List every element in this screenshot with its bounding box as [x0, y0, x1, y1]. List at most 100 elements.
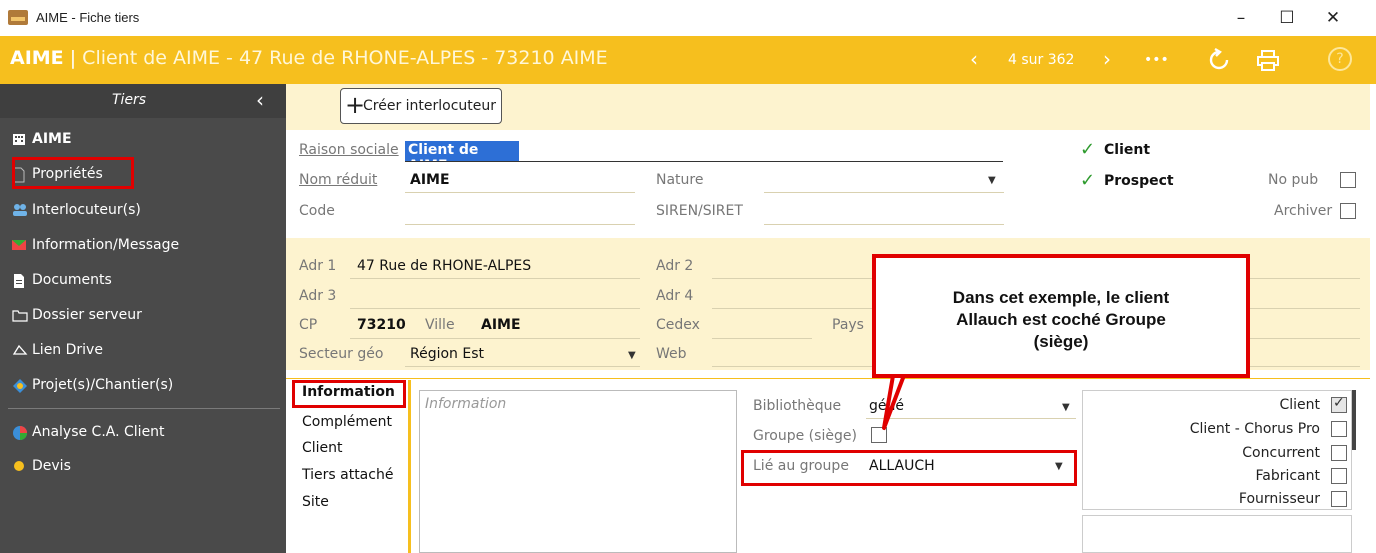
secteur-geo-select[interactable]: Région Est [410, 346, 484, 362]
no-pub-checkbox[interactable] [1340, 172, 1356, 188]
sidebar-divider [8, 408, 280, 409]
file-icon [12, 273, 26, 288]
refresh-icon[interactable] [1208, 47, 1230, 76]
callout-line-1: Dans cet exemple, le client [952, 288, 1170, 307]
adr4-label: Adr 4 [656, 288, 694, 304]
category-client-checkbox[interactable] [1331, 395, 1347, 413]
groupe-siege-label: Groupe (siège) [753, 428, 857, 444]
ville-input[interactable]: AIME [481, 317, 521, 333]
sidebar-item-label: Interlocuteur(s) [32, 202, 141, 218]
nature-label: Nature [656, 172, 704, 188]
help-button[interactable]: ? [1328, 47, 1352, 71]
pays-label: Pays [832, 317, 864, 333]
category-chorus-checkbox[interactable] [1331, 421, 1347, 437]
dot-icon [12, 459, 26, 473]
secteur-dropdown-arrow[interactable]: ▼ [628, 350, 636, 361]
record-title: AIME | Client de AIME - 47 Rue de RHONE-… [10, 47, 608, 69]
folder-icon [12, 308, 28, 322]
category-fournisseur-checkbox[interactable] [1331, 491, 1347, 507]
raison-sociale-underline [405, 161, 1003, 162]
tab-tiers-attache[interactable]: Tiers attaché [302, 467, 393, 483]
raison-sociale-input[interactable]: Client de AIME [405, 141, 519, 174]
sidebar-item-analyse[interactable]: Analyse C.A. Client [12, 424, 165, 440]
adr3-label: Adr 3 [299, 288, 337, 304]
users-icon [12, 203, 27, 217]
category-fabricant-checkbox[interactable] [1331, 468, 1347, 484]
sidebar-item-lien-drive[interactable]: Lien Drive [12, 342, 103, 358]
tab-client[interactable]: Client [302, 440, 343, 456]
sidebar-item-documents[interactable]: Documents [12, 272, 112, 288]
lie-au-groupe-dropdown-arrow[interactable]: ▼ [1055, 461, 1063, 472]
sidebar-item-label: Devis [32, 458, 71, 474]
nature-dropdown-arrow[interactable]: ▼ [988, 175, 996, 186]
highlight-proprietes [12, 157, 134, 189]
category-concurrent-checkbox[interactable] [1331, 445, 1347, 461]
sidebar-item-label: Projet(s)/Chantier(s) [32, 377, 174, 393]
previous-record-button[interactable]: ‹ [970, 47, 978, 71]
tab-site[interactable]: Site [302, 494, 329, 510]
cp-label: CP [299, 317, 318, 333]
sidebar-item-dossier-serveur[interactable]: Dossier serveur [12, 307, 142, 323]
sidebar-item-devis[interactable]: Devis [12, 458, 71, 474]
create-contact-button[interactable]: + Créer interlocuteur [340, 88, 502, 124]
nom-reduit-label: Nom réduit [299, 172, 378, 188]
sidebar-item-projets[interactable]: Projet(s)/Chantier(s) [12, 377, 173, 393]
secteur-underline [405, 366, 640, 367]
record-subtitle: Client de AIME - 47 Rue de RHONE-ALPES -… [82, 47, 608, 69]
information-textarea[interactable] [419, 390, 737, 553]
adr3-underline [350, 308, 640, 309]
nom-reduit-input[interactable]: AIME [410, 172, 450, 188]
sidebar-title: Tiers [112, 92, 147, 108]
bibliotheque-dropdown-arrow[interactable]: ▼ [1062, 402, 1070, 413]
app-icon [8, 10, 28, 25]
sidebar-item-aime[interactable]: AIME [12, 131, 72, 147]
lie-au-groupe-select[interactable]: ALLAUCH [869, 458, 935, 474]
collapse-sidebar-button[interactable]: ‹ [256, 88, 264, 112]
lie-au-groupe-label: Lié au groupe [753, 458, 849, 474]
client-check-icon: ✓ [1080, 139, 1096, 160]
code-underline [405, 224, 635, 225]
ville-label: Ville [425, 317, 455, 333]
print-icon[interactable] [1256, 50, 1280, 76]
adr2-label: Adr 2 [656, 258, 694, 274]
chart-icon [12, 425, 27, 440]
cp-input[interactable]: 73210 [357, 317, 406, 333]
next-record-button[interactable]: › [1103, 47, 1111, 71]
nature-underline [764, 192, 1004, 193]
category-scrollbar[interactable] [1352, 390, 1356, 450]
adr1-underline [350, 278, 640, 279]
archiver-label: Archiver [1274, 203, 1333, 219]
callout-line-2: Allauch est coché Groupe [956, 310, 1166, 329]
title-separator: | [69, 47, 77, 69]
plus-icon: + [345, 91, 366, 119]
prospect-check-icon: ✓ [1080, 170, 1096, 191]
sidebar-item-interlocuteurs[interactable]: Interlocuteur(s) [12, 202, 141, 218]
record-name: AIME [10, 47, 64, 69]
more-options-button[interactable]: ••• [1144, 52, 1169, 68]
sidebar-item-label: Analyse C.A. Client [32, 424, 165, 440]
maximize-button[interactable]: ☐ [1264, 4, 1310, 32]
sidebar-item-label: Information/Message [32, 237, 180, 253]
cedex-label: Cedex [656, 317, 700, 333]
category-fabricant-label: Fabricant [1255, 468, 1320, 484]
window-titlebar [0, 0, 1376, 36]
sidebar-item-information-message[interactable]: Information/Message [12, 237, 179, 253]
record-counter: 4 sur 362 [1008, 52, 1075, 68]
callout-text: Dans cet exemple, le client Allauch est … [882, 287, 1240, 353]
message-flag-icon [12, 238, 26, 252]
callout-pointer [882, 370, 908, 430]
tab-indicator [408, 380, 411, 553]
tab-complement[interactable]: Complément [302, 414, 392, 430]
category-client-label: Client [1279, 397, 1320, 413]
siren-underline [764, 224, 1004, 225]
sidebar-item-label: Lien Drive [32, 342, 103, 358]
cloud-icon [12, 343, 28, 357]
adr1-input[interactable]: 47 Rue de RHONE-ALPES [357, 258, 531, 274]
building-icon [12, 132, 26, 146]
archiver-checkbox[interactable] [1340, 203, 1356, 219]
category-fournisseur-label: Fournisseur [1238, 491, 1320, 507]
secondary-list [1082, 515, 1352, 553]
minimize-button[interactable]: – [1218, 4, 1264, 32]
close-button[interactable]: ✕ [1310, 4, 1356, 32]
window-title: AIME - Fiche tiers [36, 10, 140, 25]
